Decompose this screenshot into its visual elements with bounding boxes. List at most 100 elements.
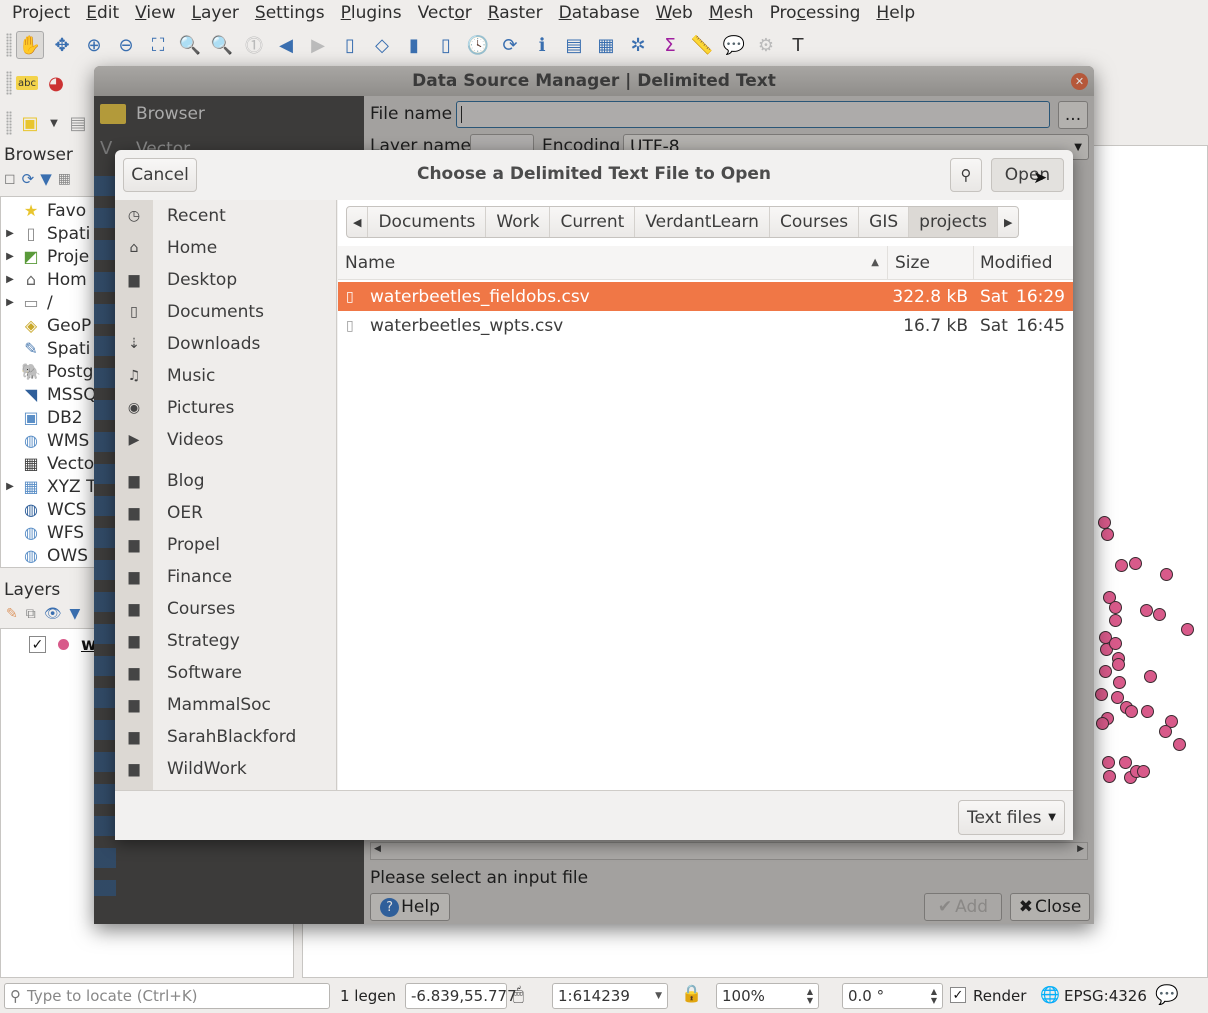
dsm-sidebar-item-browser[interactable]: Browser (100, 104, 205, 124)
manage-visibility-icon[interactable]: 👁 (44, 606, 62, 622)
place-finance[interactable]: ▆ Finance (115, 561, 337, 593)
close-button[interactable]: ✖ Close (1010, 893, 1090, 921)
expand-arrow-icon[interactable]: ▶ (1, 274, 19, 285)
collapse-all-icon[interactable]: ▦ (58, 171, 71, 187)
menu-project[interactable]: Project (4, 0, 78, 26)
menu-layer[interactable]: Layer (184, 0, 247, 26)
statistics-icon[interactable]: Σ (656, 31, 684, 59)
path-crumb[interactable]: projects (909, 207, 999, 237)
menu-processing[interactable]: Processing (762, 0, 869, 26)
add-button[interactable]: ✔ Add (924, 893, 1002, 921)
path-crumb[interactable]: VerdantLearn (635, 207, 770, 237)
pan-to-selection-icon[interactable]: ✥ (48, 31, 76, 59)
path-crumb[interactable]: Work (486, 207, 551, 237)
zoom-to-selection-icon[interactable]: 🔍 (176, 31, 204, 59)
zoom-next-icon[interactable]: ▶ (304, 31, 332, 59)
scale-combobox[interactable]: 1:614239 ▼ (552, 983, 668, 1009)
bookmarks-icon[interactable]: ▯ (432, 31, 460, 59)
zoom-to-layer-icon[interactable]: 🔍 (208, 31, 236, 59)
menu-mesh[interactable]: Mesh (701, 0, 762, 26)
select-features-icon[interactable]: ▣ (16, 109, 44, 137)
place-strategy[interactable]: ▆ Strategy (115, 625, 337, 657)
place-recent[interactable]: ◷ Recent (115, 200, 337, 232)
add-selected-layers-icon[interactable]: ◻ (4, 171, 16, 187)
messages-icon[interactable]: 💬 (1155, 983, 1179, 1006)
expand-arrow-icon[interactable]: ▶ (1, 297, 19, 308)
place-downloads[interactable]: ⇣ Downloads (115, 328, 337, 360)
place-videos[interactable]: ▶ Videos (115, 424, 337, 456)
place-music[interactable]: ♫ Music (115, 360, 337, 392)
filter-legend-icon[interactable]: ▼ (70, 606, 81, 622)
toolbar-grip[interactable] (6, 111, 12, 135)
place-wildwork[interactable]: ▆ WildWork (115, 753, 337, 785)
file-type-filter-combobox[interactable]: Text files ▼ (958, 800, 1065, 835)
text-annotation-icon[interactable]: T (784, 31, 812, 59)
field-calculator-icon[interactable]: ▦ (592, 31, 620, 59)
pan-icon[interactable]: ✋ (16, 31, 44, 59)
help-button[interactable]: ? Help (370, 893, 450, 921)
select-by-value-icon[interactable]: ▤ (64, 109, 92, 137)
path-crumb[interactable]: GIS (859, 207, 910, 237)
column-header-size[interactable]: Size (888, 245, 974, 280)
toggle-extents-icon[interactable]: 🖱 (513, 984, 524, 1005)
menu-plugins[interactable]: Plugins (333, 0, 410, 26)
menu-help[interactable]: Help (868, 0, 923, 26)
zoom-native-icon[interactable]: ⓵ (240, 31, 268, 59)
place-software[interactable]: ▆ Software (115, 657, 337, 689)
label-icon[interactable]: abc (16, 76, 38, 90)
measure-icon[interactable]: 📏 (688, 31, 716, 59)
map-tips-icon[interactable]: 💬 (720, 31, 748, 59)
temporal-controller-icon[interactable]: 🕓 (464, 31, 492, 59)
spin-arrows-icon[interactable]: ▲ ▼ (931, 987, 937, 1005)
toolbar-grip[interactable] (6, 33, 12, 57)
expand-arrow-icon[interactable]: ▶ (1, 251, 19, 262)
path-scroll-right-icon[interactable]: ▶ (998, 207, 1018, 237)
horizontal-scrollbar[interactable]: ◀ ▶ (370, 842, 1088, 860)
expand-arrow-icon[interactable]: ▶ (1, 481, 19, 492)
place-sarahblackford[interactable]: ▆ SarahBlackford (115, 721, 337, 753)
menu-vector[interactable]: Vector (410, 0, 480, 26)
close-window-icon[interactable]: ✕ (1071, 73, 1088, 90)
coordinate-field[interactable]: -6.839,55.777 (405, 983, 517, 1009)
layer-visibility-checkbox[interactable]: ✓ (29, 636, 46, 653)
column-header-modified[interactable]: Modified (974, 246, 1073, 280)
path-scroll-left-icon[interactable]: ◀ (347, 207, 369, 237)
place-propel[interactable]: ▆ Propel (115, 529, 337, 561)
file-name-input[interactable] (456, 101, 1050, 128)
place-desktop[interactable]: ▆ Desktop (115, 264, 337, 296)
scroll-right-icon[interactable]: ▶ (1077, 844, 1084, 854)
magnifier-spinbox[interactable]: 100% ▲ ▼ (716, 983, 819, 1009)
attribute-table-icon[interactable]: ▤ (560, 31, 588, 59)
add-group-icon[interactable]: ⧉ (26, 606, 36, 622)
menu-raster[interactable]: Raster (480, 0, 551, 26)
refresh-icon[interactable]: ⟳ (22, 170, 35, 188)
zoom-full-icon[interactable]: ⛶ (144, 31, 172, 59)
path-crumb[interactable]: Documents (368, 207, 487, 237)
show-bookmarks-icon[interactable]: ◇ (368, 31, 396, 59)
menu-settings[interactable]: Settings (247, 0, 333, 26)
crs-globe-icon[interactable]: 🌐 (1040, 985, 1060, 1004)
place-pictures[interactable]: ◉ Pictures (115, 392, 337, 424)
menu-edit[interactable]: Edit (78, 0, 127, 26)
place-blog[interactable]: ▆ Blog (115, 465, 337, 497)
zoom-last-icon[interactable]: ◀ (272, 31, 300, 59)
crs-button[interactable]: EPSG:4326 (1064, 987, 1147, 1005)
open-button[interactable]: Open (991, 158, 1064, 192)
refresh-icon[interactable]: ⟳ (496, 31, 524, 59)
render-checkbox[interactable]: ✓ (950, 987, 966, 1003)
new-spatial-bookmark-icon[interactable]: ▮ (400, 31, 428, 59)
expand-arrow-icon[interactable]: ▶ (1, 228, 19, 239)
filter-icon[interactable]: ▼ (40, 170, 52, 188)
identify-icon[interactable]: ℹ (528, 31, 556, 59)
menu-view[interactable]: View (127, 0, 183, 26)
zoom-in-icon[interactable]: ⊕ (80, 31, 108, 59)
place-documents[interactable]: ▯ Documents (115, 296, 337, 328)
path-crumb[interactable]: Current (550, 207, 636, 237)
search-button[interactable]: ⚲ (950, 158, 982, 192)
dropdown-arrow-icon[interactable]: ▼ (48, 109, 60, 137)
place-courses[interactable]: ▆ Courses (115, 593, 337, 625)
menu-database[interactable]: Database (551, 0, 648, 26)
spin-arrows-icon[interactable]: ▲ ▼ (807, 987, 813, 1005)
new-bookmark-icon[interactable]: ▯ (336, 31, 364, 59)
diagram-icon[interactable]: ◕ (42, 69, 70, 97)
